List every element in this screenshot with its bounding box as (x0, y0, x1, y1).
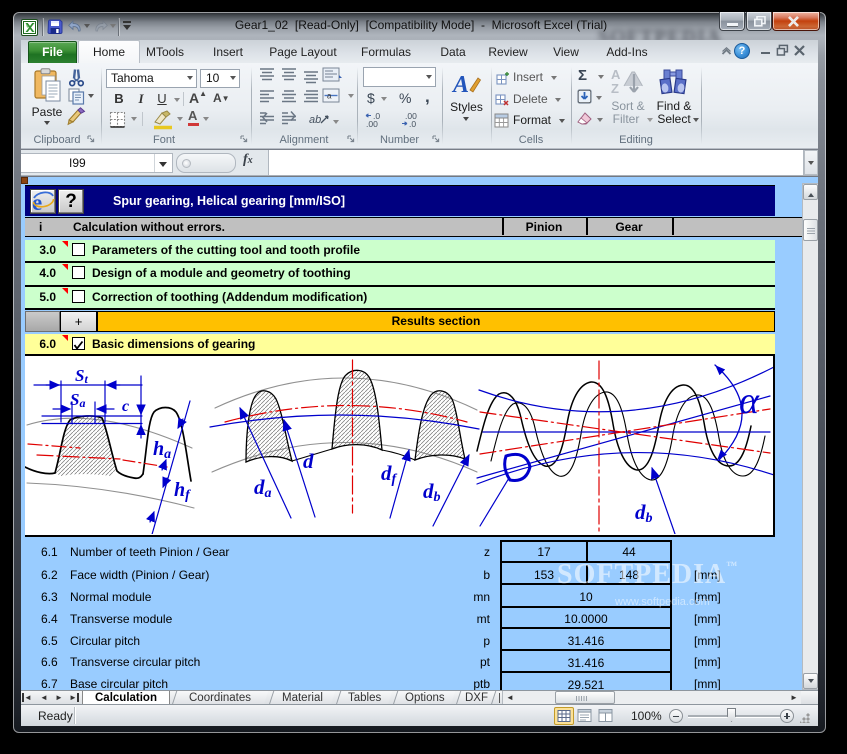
svg-text:db: db (423, 479, 441, 505)
svg-text:.0: .0 (409, 119, 416, 129)
svg-text:A: A (611, 67, 621, 82)
svg-text:da: da (254, 475, 272, 501)
svg-text:St: St (75, 366, 88, 386)
svg-text:Z: Z (611, 81, 619, 96)
svg-text:df: df (381, 461, 398, 487)
svg-text:d: d (303, 449, 314, 473)
svg-text:a: a (327, 92, 332, 101)
svg-text:α: α (739, 380, 760, 422)
svg-text:Sa: Sa (70, 390, 85, 410)
svg-text:.00: .00 (366, 119, 378, 129)
svg-text:A: A (451, 72, 469, 98)
svg-text:ab: ab (309, 114, 321, 126)
svg-text:ha: ha (153, 438, 171, 462)
svg-text:hf: hf (174, 479, 191, 503)
svg-text:db: db (635, 500, 653, 526)
svg-text:c: c (122, 398, 129, 415)
